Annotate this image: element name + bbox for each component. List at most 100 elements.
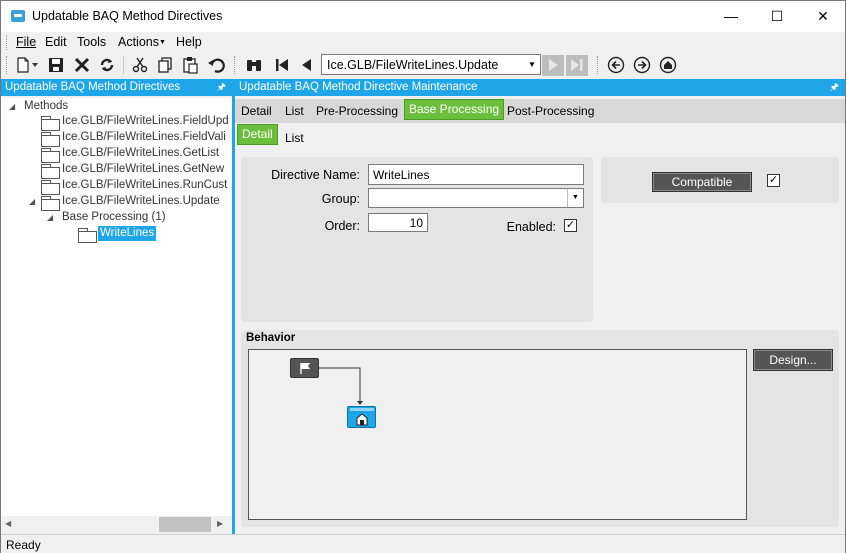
- write-node[interactable]: [347, 406, 376, 428]
- tree-node-method[interactable]: Ice.GLB/FileWriteLines.FieldUpd: [41, 114, 232, 131]
- maximize-button[interactable]: ☐: [754, 1, 800, 32]
- tree-node-label: Ice.GLB/FileWriteLines.FieldVali: [62, 131, 226, 143]
- tree-node-label: Ice.GLB/FileWriteLines.RunCust: [62, 179, 228, 191]
- tree-node-method[interactable]: Ice.GLB/FileWriteLines.RunCust: [41, 178, 232, 195]
- status-bar: Ready: [1, 534, 845, 553]
- tab-list[interactable]: List: [285, 104, 304, 118]
- menu-grip: [6, 35, 9, 50]
- toolbar-grip-2: [234, 56, 237, 74]
- forward-icon[interactable]: [633, 56, 651, 74]
- toolbar-grip-3: [597, 56, 600, 74]
- app-icon: [11, 10, 25, 22]
- subtab-list[interactable]: List: [285, 131, 304, 145]
- tree-node-label: Ice.GLB/FileWriteLines.Update: [62, 195, 220, 207]
- delete-icon[interactable]: [73, 56, 91, 74]
- workflow-connector: [319, 367, 363, 405]
- tree-node-method[interactable]: Ice.GLB/FileWriteLines.GetList: [41, 146, 232, 163]
- subtab-detail[interactable]: Detail: [237, 124, 278, 145]
- folder-icon: [41, 163, 60, 179]
- method-selector-value: Ice.GLB/FileWriteLines.Update: [327, 58, 499, 72]
- chevron-down-icon[interactable]: ▼: [567, 189, 583, 207]
- tree-node-method[interactable]: Ice.GLB/FileWriteLines.FieldVali: [41, 130, 232, 147]
- status-text: Ready: [6, 538, 41, 552]
- menu-file[interactable]: File: [16, 35, 36, 49]
- left-panel: Updatable BAQ Method Directives 🖈 ◢ Meth…: [1, 79, 232, 534]
- copy-icon[interactable]: [156, 56, 174, 74]
- tree-node-label: Base Processing (1): [62, 211, 166, 223]
- top-tab-strip: Detail List Pre-Processing Base Processi…: [235, 99, 845, 123]
- compatible-button[interactable]: Compatible: [652, 172, 752, 192]
- tab-post-processing[interactable]: Post-Processing: [507, 104, 594, 118]
- previous-record-icon[interactable]: [298, 56, 316, 74]
- group-field[interactable]: ▼: [368, 188, 584, 208]
- node-caption-bar: [350, 408, 374, 411]
- search-binoculars-icon[interactable]: [245, 56, 263, 74]
- group-label: Group:: [321, 192, 360, 206]
- home-icon[interactable]: [659, 56, 677, 74]
- menu-edit[interactable]: Edit: [45, 35, 67, 49]
- paste-icon[interactable]: [181, 56, 199, 74]
- refresh-icon[interactable]: [98, 56, 116, 74]
- pin-icon[interactable]: 🖈: [217, 79, 226, 96]
- close-button[interactable]: ✕: [800, 1, 846, 32]
- app-window: Updatable BAQ Method Directives — ☐ ✕ Fi…: [0, 0, 846, 553]
- workflow-canvas[interactable]: [248, 349, 747, 520]
- scroll-right-icon[interactable]: ▶: [217, 519, 223, 528]
- order-field[interactable]: 10: [368, 213, 428, 232]
- next-record-button[interactable]: [542, 55, 564, 76]
- start-node[interactable]: [290, 358, 319, 378]
- tab-base-processing[interactable]: Base Processing: [404, 99, 505, 120]
- expand-arrow-icon[interactable]: ◢: [29, 197, 35, 206]
- behavior-label: Behavior: [246, 332, 296, 344]
- folder-icon: [41, 115, 60, 131]
- cut-icon[interactable]: [131, 56, 149, 74]
- directive-name-label: Directive Name:: [271, 168, 360, 182]
- tree-node-label: Ice.GLB/FileWriteLines.GetList: [62, 147, 220, 159]
- folder-icon: [41, 179, 60, 195]
- folder-icon: [41, 147, 60, 163]
- next-record-icon: [549, 59, 558, 71]
- enabled-checkbox[interactable]: ✓: [564, 219, 577, 232]
- tree-node-label: Ice.GLB/FileWriteLines.FieldUpd: [62, 115, 229, 127]
- tab-detail[interactable]: Detail: [241, 104, 272, 118]
- new-icon[interactable]: [14, 56, 32, 74]
- directive-name-field[interactable]: WriteLines: [368, 164, 584, 185]
- menu-actions[interactable]: Actions▼: [118, 35, 166, 49]
- tab-pre-processing[interactable]: Pre-Processing: [316, 104, 398, 118]
- tree-node-label: Methods: [24, 100, 69, 112]
- expand-arrow-icon[interactable]: ◢: [47, 213, 53, 222]
- menu-bar: File Edit Tools Actions▼ Help: [1, 32, 845, 52]
- undo-icon[interactable]: [207, 56, 225, 74]
- main-panel-header: Updatable BAQ Method Directive Maintenan…: [235, 79, 845, 96]
- new-dropdown-icon[interactable]: [32, 62, 38, 68]
- scrollbar-thumb[interactable]: [159, 517, 211, 532]
- menu-help[interactable]: Help: [176, 35, 202, 49]
- order-label: Order:: [324, 219, 360, 233]
- menu-tools[interactable]: Tools: [77, 35, 106, 49]
- method-selector[interactable]: Ice.GLB/FileWriteLines.Update ▼: [321, 54, 541, 75]
- expand-arrow-icon[interactable]: ◢: [9, 102, 15, 111]
- toolbar-grip: [6, 56, 9, 74]
- chevron-down-icon[interactable]: ▼: [524, 55, 540, 74]
- dropdown-caret-icon: ▼: [159, 39, 166, 46]
- first-record-icon[interactable]: [273, 56, 291, 74]
- horizontal-scrollbar[interactable]: ◀ ▶: [1, 516, 232, 533]
- title-bar: Updatable BAQ Method Directives — ☐ ✕: [1, 1, 845, 32]
- tree-node-method-expanded[interactable]: ◢ Ice.GLB/FileWriteLines.Update: [29, 194, 232, 211]
- save-icon[interactable]: [47, 56, 65, 74]
- last-record-button[interactable]: [566, 55, 588, 76]
- window-title: Updatable BAQ Method Directives: [32, 9, 223, 23]
- minimize-button[interactable]: —: [708, 1, 754, 32]
- scroll-left-icon[interactable]: ◀: [5, 519, 11, 528]
- main-panel-title: Updatable BAQ Method Directive Maintenan…: [239, 81, 478, 93]
- toolbar-separator: [123, 56, 124, 74]
- tree-node-method[interactable]: Ice.GLB/FileWriteLines.GetNew: [41, 162, 232, 179]
- compatible-checkbox[interactable]: ✓: [767, 174, 780, 187]
- enabled-label: Enabled:: [506, 220, 556, 234]
- pin-icon[interactable]: 🖈: [830, 79, 839, 96]
- back-icon[interactable]: [607, 56, 625, 74]
- design-button[interactable]: Design...: [753, 349, 833, 371]
- tree-node-label-selected: WriteLines: [98, 226, 157, 241]
- last-record-icon: [571, 59, 583, 71]
- menu-actions-label: Actions: [118, 35, 159, 49]
